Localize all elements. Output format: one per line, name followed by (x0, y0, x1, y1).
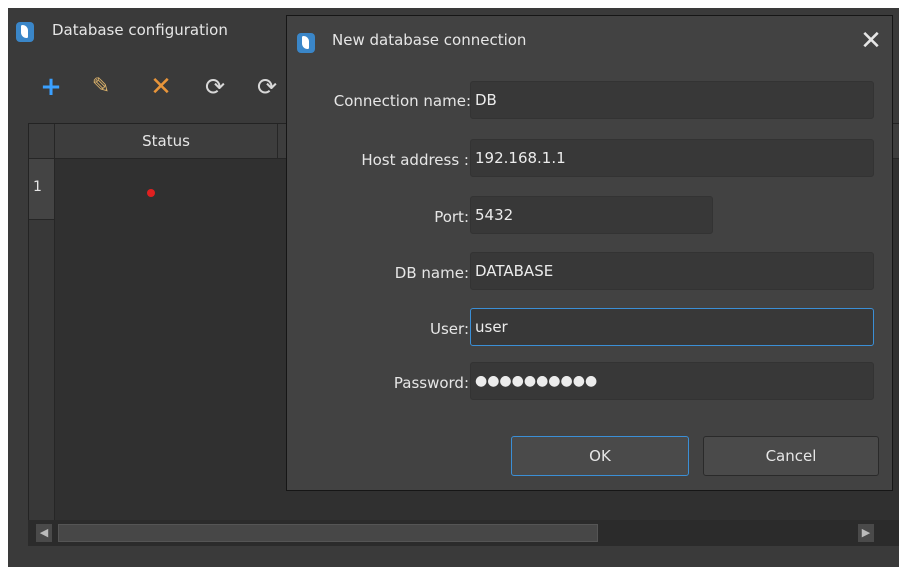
row-header[interactable]: 1 (29, 159, 55, 220)
password-label: Password: (393, 374, 469, 392)
horizontal-scrollbar[interactable]: ◀ ▶ (28, 520, 899, 546)
host-address-input[interactable]: 192.168.1.1 (470, 139, 874, 177)
refresh-all-icon[interactable]: ⟳ (252, 70, 282, 104)
scroll-left-arrow-icon[interactable]: ◀ (36, 524, 52, 542)
close-icon[interactable]: ✕ (854, 24, 888, 58)
connection-name-label: Connection name: (333, 92, 471, 110)
status-error-indicator-icon (147, 189, 155, 197)
host-address-label: Host address : (361, 151, 469, 169)
port-input[interactable]: 5432 (470, 196, 713, 234)
scrollbar-thumb[interactable] (58, 524, 598, 542)
cancel-button[interactable]: Cancel (703, 436, 879, 476)
refresh-icon[interactable]: ⟳ (200, 70, 230, 104)
dialog-title: New database connection (332, 31, 527, 49)
user-label: User: (430, 320, 469, 338)
scroll-right-arrow-icon[interactable]: ▶ (858, 524, 874, 542)
ok-button[interactable]: OK (511, 436, 689, 476)
connection-name-input[interactable]: DB (470, 81, 874, 119)
db-name-input[interactable]: DATABASE (470, 252, 874, 290)
app-logo-icon (16, 22, 34, 42)
toolbar: + ✎ ✕ ⟳ ⟳ (8, 70, 308, 106)
column-header-status[interactable]: Status (55, 124, 278, 158)
app-logo-icon (297, 33, 315, 53)
dialog-titlebar: New database connection ✕ (287, 16, 892, 66)
row-number: 1 (33, 179, 42, 195)
add-icon[interactable]: + (36, 70, 66, 104)
password-input[interactable]: ●●●●●●●●●● (470, 362, 874, 400)
edit-pencil-icon[interactable]: ✎ (86, 70, 116, 104)
port-label: Port: (434, 208, 469, 226)
new-connection-dialog: New database connection ✕ Connection nam… (286, 15, 893, 491)
db-name-label: DB name: (394, 264, 469, 282)
user-input[interactable]: user (470, 308, 874, 346)
delete-icon[interactable]: ✕ (146, 70, 176, 104)
table-corner-cell[interactable] (29, 124, 55, 158)
window-title: Database configuration (52, 21, 228, 39)
